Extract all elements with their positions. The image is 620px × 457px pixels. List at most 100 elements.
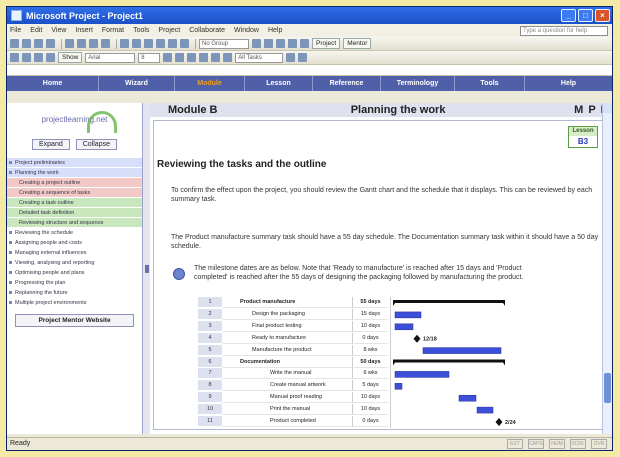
menu-help[interactable]: Help: [268, 27, 282, 34]
menu-file[interactable]: File: [10, 27, 21, 34]
nav-wizard[interactable]: Wizard: [99, 76, 175, 91]
scroll-up-icon[interactable]: [603, 103, 612, 113]
sidebar-item[interactable]: Managing external influences: [7, 248, 142, 258]
font-size-select[interactable]: 8: [138, 52, 161, 63]
autofilter-icon[interactable]: [286, 53, 296, 62]
help-question-input[interactable]: Type a question for help: [520, 25, 608, 36]
split-icon[interactable]: [144, 39, 153, 48]
assign-icon[interactable]: [180, 39, 189, 48]
new-icon[interactable]: [10, 39, 19, 48]
mentor-nav-bar: Home Wizard Module Lesson Reference Term…: [7, 76, 612, 91]
close-button[interactable]: ×: [595, 9, 610, 22]
arrow-left-icon[interactable]: [10, 53, 19, 62]
mentor-button[interactable]: Mentor: [343, 38, 372, 49]
nav-reference[interactable]: Reference: [313, 76, 381, 91]
sidebar-item[interactable]: Creating a sequence of tasks: [7, 188, 142, 198]
open-icon[interactable]: [22, 39, 31, 48]
vertical-scrollbar[interactable]: [602, 103, 612, 434]
sidebar-item[interactable]: Viewing, analysing and reporting: [7, 258, 142, 268]
collapse-button[interactable]: Collapse: [75, 139, 117, 150]
group-select[interactable]: No Group: [199, 38, 249, 49]
align-left-icon[interactable]: [199, 53, 209, 62]
minimize-button[interactable]: _: [561, 9, 576, 22]
sidebar-item[interactable]: Optimising people and plans: [7, 268, 142, 278]
menu-insert[interactable]: Insert: [75, 27, 93, 34]
filter-select[interactable]: All Tasks: [235, 52, 284, 63]
entry-bar[interactable]: [7, 65, 612, 76]
sidebar-item[interactable]: Planning the work: [7, 168, 142, 178]
bold-icon[interactable]: [163, 53, 173, 62]
menu-format[interactable]: Format: [102, 27, 124, 34]
task-id: 6: [198, 356, 222, 368]
zoom-in-icon[interactable]: [252, 39, 261, 48]
font-select[interactable]: Arial: [85, 52, 136, 63]
menu-collaborate[interactable]: Collaborate: [189, 27, 225, 34]
menu-edit[interactable]: Edit: [30, 27, 42, 34]
print-icon[interactable]: [46, 39, 55, 48]
link-icon[interactable]: [120, 39, 129, 48]
maximize-button[interactable]: □: [578, 9, 593, 22]
align-right-icon[interactable]: [223, 53, 233, 62]
task-duration: 55 days: [352, 297, 388, 308]
sidebar-item[interactable]: Replanning the future: [7, 288, 142, 298]
task-name: Print the manual: [222, 404, 352, 416]
task-name: Manual proof reading: [222, 392, 352, 404]
sidebar-item[interactable]: Multiple project environments: [7, 298, 142, 308]
copy-picture-icon[interactable]: [288, 39, 297, 48]
sidebar-item[interactable]: Creating a task outline: [7, 198, 142, 208]
outline-minus-icon[interactable]: [46, 53, 55, 62]
task-name: Ready to manufacture: [222, 333, 352, 344]
expand-button[interactable]: Expand: [32, 139, 70, 150]
sidebar-item[interactable]: Creating a project outline: [7, 178, 142, 188]
task-duration: 8 wks: [352, 344, 388, 356]
arrow-right-icon[interactable]: [22, 53, 31, 62]
project-guide-button[interactable]: Project: [312, 38, 341, 49]
nav-terminology[interactable]: Terminology: [381, 76, 455, 91]
sidebar-item[interactable]: Detailed task definition: [7, 208, 142, 218]
lesson-badge-label: Lesson: [569, 127, 597, 136]
scroll-thumb[interactable]: [604, 373, 611, 403]
menu-view[interactable]: View: [51, 27, 66, 34]
sidebar-item[interactable]: Assigning people and costs: [7, 238, 142, 248]
task-name: Product manufacture: [222, 297, 352, 308]
task-duration: 15 days: [352, 308, 388, 320]
unlink-icon[interactable]: [132, 39, 141, 48]
cut-icon[interactable]: [65, 39, 74, 48]
task-info-icon[interactable]: [156, 39, 165, 48]
goto-task-icon[interactable]: [276, 39, 285, 48]
nav-help[interactable]: Help: [525, 76, 612, 91]
milestone-diamond: [413, 334, 421, 343]
align-center-icon[interactable]: [211, 53, 221, 62]
nav-module[interactable]: Module: [175, 76, 245, 91]
task-id: 10: [198, 404, 222, 416]
collapse-arrow-icon[interactable]: [145, 265, 149, 273]
sidebar-item[interactable]: Progressing the plan: [7, 278, 142, 288]
underline-icon[interactable]: [187, 53, 197, 62]
zoom-out-icon[interactable]: [264, 39, 273, 48]
gantt-wizard-icon[interactable]: [298, 53, 308, 62]
italic-icon[interactable]: [175, 53, 185, 62]
nav-tools[interactable]: Tools: [455, 76, 525, 91]
task-id: 7: [198, 368, 222, 380]
menu-window[interactable]: Window: [234, 27, 259, 34]
undo-icon[interactable]: [101, 39, 110, 48]
save-icon[interactable]: [34, 39, 43, 48]
outline-plus-icon[interactable]: [34, 53, 43, 62]
sidebar-item[interactable]: Reviewing the schedule: [7, 228, 142, 238]
nav-home[interactable]: Home: [7, 76, 99, 91]
help-icon[interactable]: [300, 39, 309, 48]
sidebar-item[interactable]: Project preliminaries: [7, 158, 142, 168]
menu-project[interactable]: Project: [158, 27, 180, 34]
copy-icon[interactable]: [77, 39, 86, 48]
lesson-sidebar: projectlearning.net Expand Collapse Proj…: [7, 103, 143, 434]
notes-icon[interactable]: [168, 39, 177, 48]
status-caps: CAPS: [528, 439, 544, 449]
project-mentor-website-button[interactable]: Project Mentor Website: [15, 314, 134, 327]
paste-icon[interactable]: [89, 39, 98, 48]
show-dropdown[interactable]: Show: [58, 52, 83, 63]
sidebar-item[interactable]: Reviewing structure and sequence: [7, 218, 142, 228]
menu-tools[interactable]: Tools: [133, 27, 149, 34]
mpe-m-link[interactable]: M: [574, 104, 583, 116]
mpe-p-link[interactable]: P: [588, 104, 595, 116]
nav-lesson[interactable]: Lesson: [245, 76, 313, 91]
